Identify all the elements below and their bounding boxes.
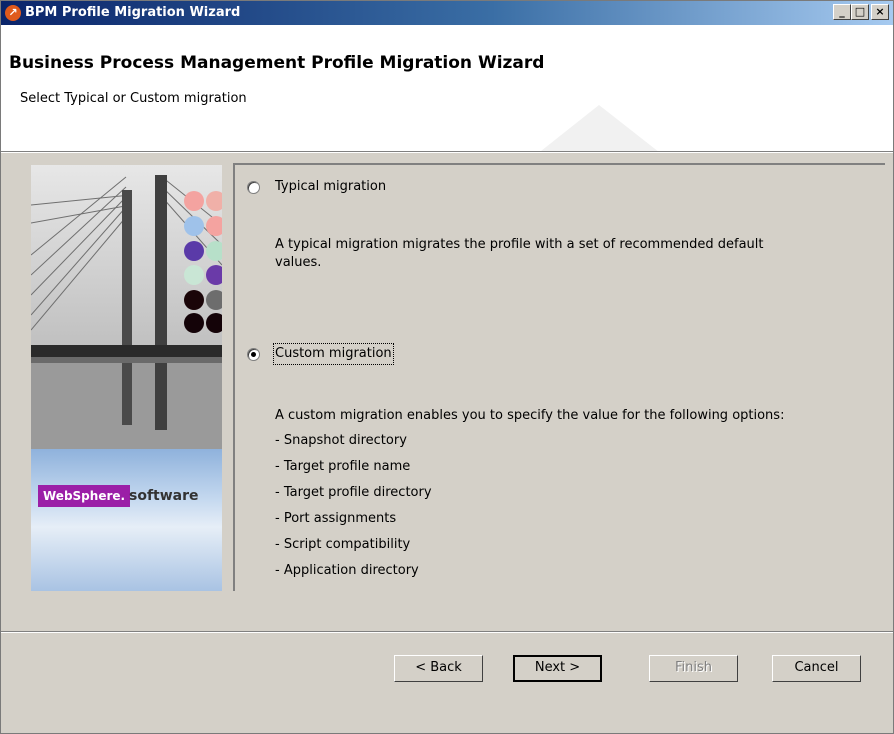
websphere-logo: WebSphere. — [38, 485, 131, 507]
minimize-button[interactable]: _ — [833, 4, 851, 20]
wizard-header: Business Process Management Profile Migr… — [1, 25, 893, 151]
cancel-button[interactable]: Cancel — [772, 655, 861, 682]
options-panel: Typical migration A typical migration mi… — [233, 163, 885, 591]
bridge-graphic: WebSphere. software — [31, 165, 222, 591]
page-title: Business Process Management Profile Migr… — [9, 53, 545, 73]
option-list-item: - Port assignments — [275, 511, 397, 526]
window-title: BPM Profile Migration Wizard — [25, 5, 241, 20]
option-list-item: - Target profile directory — [275, 485, 432, 500]
finish-button[interactable]: Finish — [649, 655, 738, 682]
software-text: software — [129, 488, 199, 504]
wizard-window: ↗ BPM Profile Migration Wizard _ □ × Bus… — [0, 0, 894, 734]
custom-migration-radio[interactable] — [247, 348, 260, 361]
next-button[interactable]: Next > — [513, 655, 602, 682]
bridge-photo — [31, 165, 222, 455]
option-list-item: - Script compatibility — [275, 537, 411, 552]
custom-migration-description: A custom migration enables you to specif… — [275, 408, 785, 423]
option-list-item: - Snapshot directory — [275, 433, 407, 448]
custom-migration-label[interactable]: Custom migration — [273, 343, 394, 365]
typical-migration-description: values. — [275, 255, 322, 270]
app-icon: ↗ — [5, 5, 21, 21]
websphere-banner: WebSphere. software — [31, 449, 222, 591]
typical-migration-radio[interactable] — [247, 181, 260, 194]
title-bar[interactable]: ↗ BPM Profile Migration Wizard _ □ × — [1, 1, 893, 25]
typical-migration-description: A typical migration migrates the profile… — [275, 237, 764, 252]
back-button[interactable]: < Back — [394, 655, 483, 682]
option-list-item: - Target profile name — [275, 459, 411, 474]
close-button[interactable]: × — [871, 4, 889, 20]
typical-migration-label[interactable]: Typical migration — [275, 178, 386, 196]
option-list-item: - Application directory — [275, 563, 419, 578]
page-subtitle: Select Typical or Custom migration — [20, 91, 247, 106]
maximize-button[interactable]: □ — [851, 4, 869, 20]
header-decoration — [541, 105, 658, 151]
